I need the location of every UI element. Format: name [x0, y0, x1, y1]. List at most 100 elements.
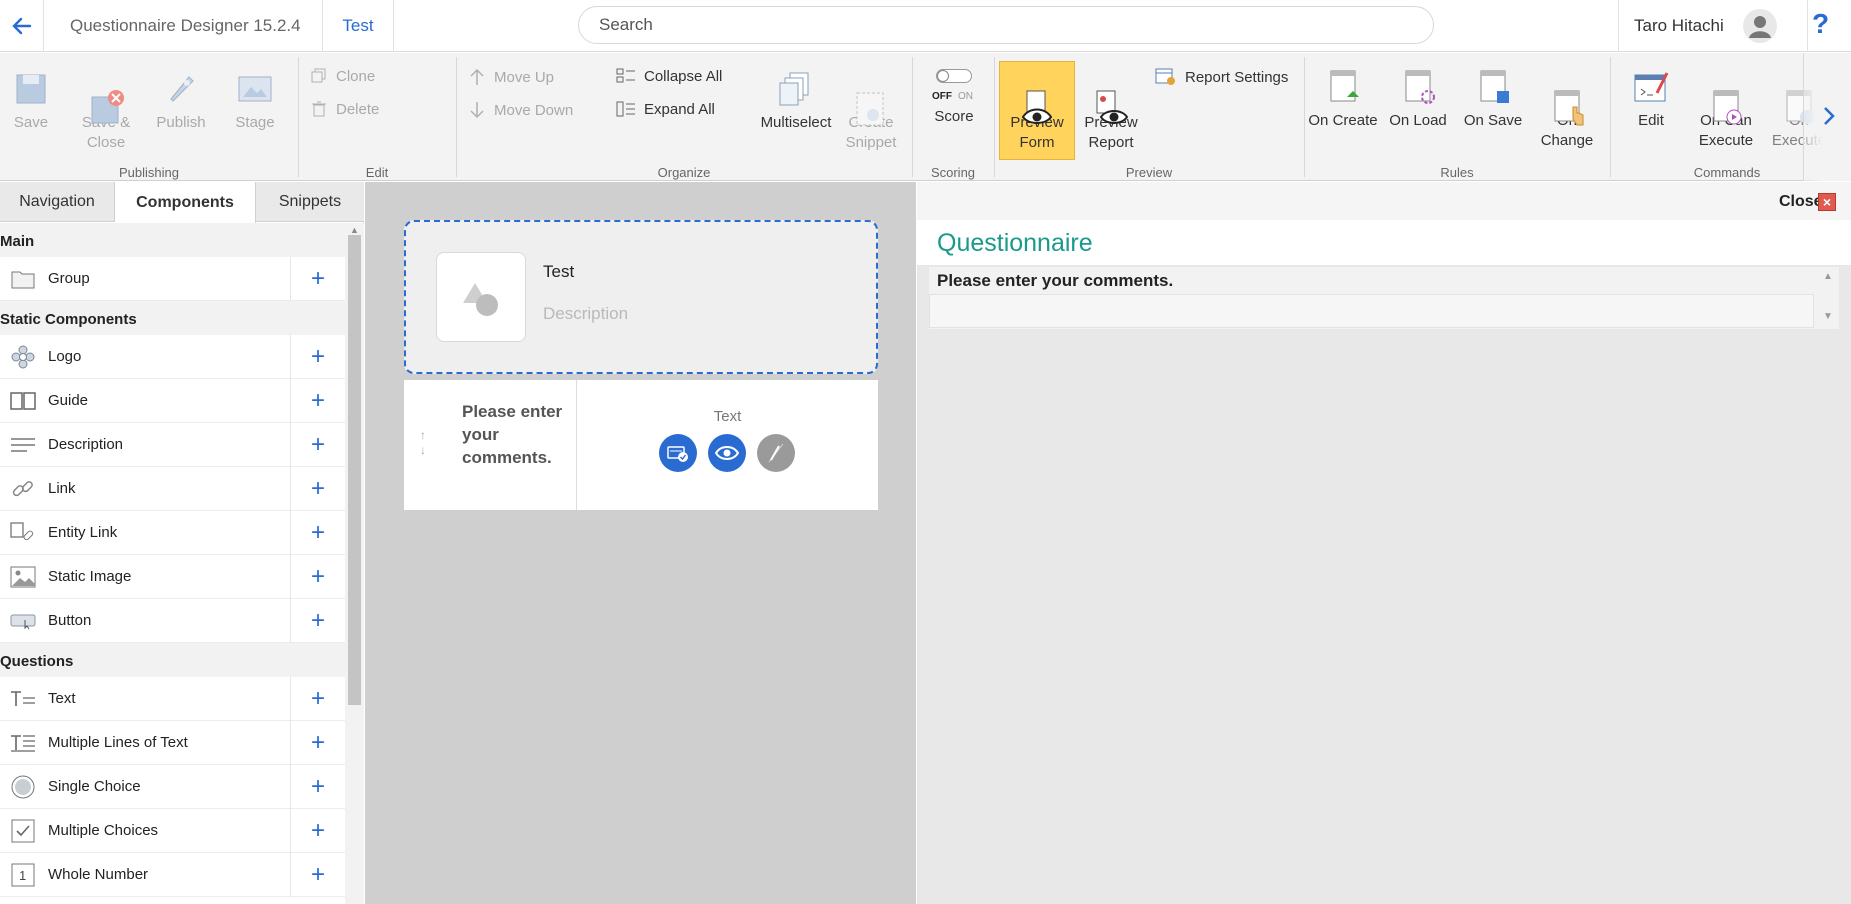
move-up-button[interactable]: Move Up: [468, 67, 554, 87]
eye-icon: [1017, 69, 1057, 124]
preview-question-label: Please enter your comments.: [937, 271, 1174, 290]
tab-navigation[interactable]: Navigation: [0, 182, 115, 222]
save-close-button[interactable]: Save & Close: [74, 69, 138, 153]
header-card[interactable]: Test Description: [404, 220, 878, 374]
collapse-icon: [616, 68, 635, 83]
preview-report-button[interactable]: Preview Report: [1074, 69, 1148, 153]
command-edit-button[interactable]: Edit: [1616, 67, 1686, 131]
arrow-left-icon: [11, 17, 31, 35]
add-icon[interactable]: +: [290, 423, 345, 467]
scroll-down-icon[interactable]: ▼: [1823, 311, 1833, 322]
delete-button[interactable]: Delete: [310, 100, 379, 118]
search-input[interactable]: [578, 6, 1434, 44]
on-change-button[interactable]: On Change: [1532, 67, 1602, 151]
expand-icon: [616, 101, 635, 117]
header-description[interactable]: Description: [543, 304, 628, 324]
clone-label: Clone: [336, 67, 376, 85]
panel-scrollbar[interactable]: ▲: [345, 223, 364, 904]
ribbon-scroll-right[interactable]: [1803, 53, 1851, 181]
question-card[interactable]: ↑ ↓ Please enter your comments. Text: [404, 380, 878, 510]
list-item-group[interactable]: Group +: [0, 257, 345, 301]
app-title: Questionnaire Designer 15.2.4: [70, 16, 301, 35]
list-item-multiple-choices[interactable]: Multiple Choices +: [0, 809, 345, 853]
question-text: Please enter your comments.: [462, 402, 563, 467]
scroll-up-icon[interactable]: ▲: [350, 225, 359, 235]
stage-button[interactable]: Stage: [232, 69, 278, 133]
on-save-button[interactable]: On Save: [1458, 67, 1528, 131]
on-create-button[interactable]: On Create: [1306, 67, 1380, 131]
list-item-multiple-lines[interactable]: Multiple Lines of Text +: [0, 721, 345, 765]
save-button[interactable]: Save: [8, 69, 54, 133]
multiselect-button[interactable]: Multiselect: [758, 69, 834, 133]
trash-icon: [312, 101, 326, 117]
add-icon[interactable]: +: [290, 379, 345, 423]
close-label[interactable]: Close: [1779, 193, 1823, 211]
user-menu[interactable]: Taro Hitachi: [1618, 0, 1808, 52]
add-icon[interactable]: +: [290, 853, 345, 897]
clone-button[interactable]: Clone: [310, 67, 375, 85]
list-item-whole-number[interactable]: 1 Whole Number +: [0, 853, 345, 897]
reorder-arrows-icon[interactable]: ↑ ↓: [420, 428, 426, 458]
document-tab[interactable]: Test: [322, 0, 394, 52]
list-item-single-choice[interactable]: Single Choice +: [0, 765, 345, 809]
toggle-on-label: ON: [958, 91, 973, 102]
score-toggle[interactable]: OFF ON Score: [926, 67, 982, 127]
create-snippet-button[interactable]: Create Snippet: [838, 69, 904, 153]
visible-eye-icon[interactable]: [708, 434, 746, 472]
add-icon[interactable]: +: [290, 555, 345, 599]
on-load-button[interactable]: On Load: [1382, 67, 1454, 131]
add-icon[interactable]: +: [290, 467, 345, 511]
logo-placeholder[interactable]: [436, 252, 526, 342]
add-icon[interactable]: +: [290, 257, 345, 301]
back-button[interactable]: [0, 0, 44, 52]
toggle-off-label: OFF: [932, 91, 952, 102]
on-can-execute-button[interactable]: On Can Execute: [1690, 67, 1762, 151]
required-icon[interactable]: [659, 434, 697, 472]
add-icon[interactable]: +: [290, 511, 345, 555]
add-icon[interactable]: +: [290, 677, 345, 721]
add-icon[interactable]: +: [290, 599, 345, 643]
list-item-button[interactable]: Button +: [0, 599, 345, 643]
list-item-link[interactable]: Link +: [0, 467, 345, 511]
list-item-logo[interactable]: Logo +: [0, 335, 345, 379]
publish-label: Publish: [156, 114, 206, 131]
disabled-edit-icon[interactable]: [757, 434, 795, 472]
add-icon[interactable]: +: [290, 721, 345, 765]
list-item-entity-link[interactable]: Entity Link +: [0, 511, 345, 555]
folder-icon: [10, 268, 36, 290]
add-icon[interactable]: +: [290, 765, 345, 809]
expand-all-button[interactable]: Expand All: [616, 100, 715, 118]
report-settings-label: Report Settings: [1185, 68, 1289, 86]
list-item-label: Description: [48, 436, 124, 453]
entity-link-icon: [10, 522, 36, 544]
header-title[interactable]: Test: [543, 262, 574, 282]
comments-input[interactable]: [929, 294, 1814, 328]
tab-snippets[interactable]: Snippets: [256, 182, 364, 222]
multiline-text-icon: [10, 732, 36, 754]
collapse-all-button[interactable]: Collapse All: [616, 67, 722, 85]
add-icon[interactable]: +: [290, 809, 345, 853]
rocket-icon: [161, 69, 201, 109]
list-item-text[interactable]: Text +: [0, 677, 345, 721]
publish-button[interactable]: Publish: [154, 69, 208, 133]
list-item-label: Multiple Choices: [48, 822, 159, 839]
book-icon: [10, 390, 36, 412]
scroll-thumb[interactable]: [348, 235, 361, 705]
chain-link-icon: [10, 478, 36, 500]
tab-components[interactable]: Components: [115, 182, 256, 223]
report-settings-button[interactable]: Report Settings: [1155, 67, 1288, 87]
add-icon[interactable]: +: [290, 335, 345, 379]
preview-close-bar: Close ×: [917, 182, 1851, 220]
list-item-label: Logo: [48, 348, 82, 365]
list-item-guide[interactable]: Guide +: [0, 379, 345, 423]
move-down-button[interactable]: Move Down: [468, 100, 573, 120]
list-item-label: Entity Link: [48, 524, 118, 541]
publishing-group-label: Publishing: [119, 165, 179, 180]
close-icon[interactable]: ×: [1818, 193, 1836, 211]
scroll-up-icon[interactable]: ▲: [1823, 271, 1833, 282]
list-item-static-image[interactable]: Static Image +: [0, 555, 345, 599]
move-down-label: Move Down: [494, 101, 574, 119]
list-item-description[interactable]: Description +: [0, 423, 345, 467]
preview-form-button[interactable]: Preview Form: [999, 69, 1075, 153]
help-button[interactable]: ?: [1812, 8, 1829, 40]
